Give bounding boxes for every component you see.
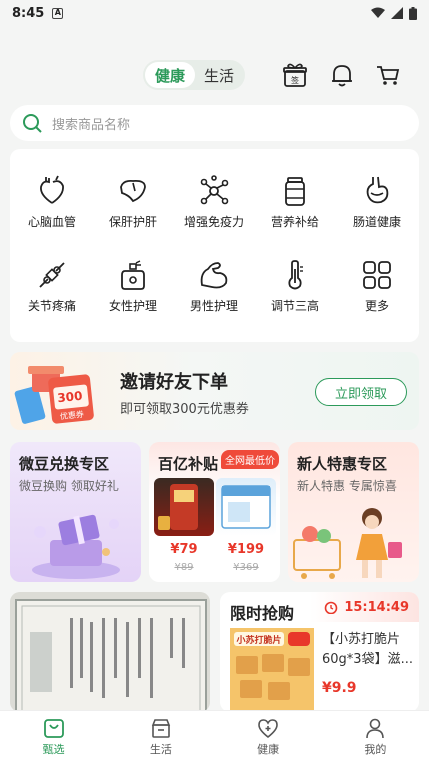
product-price: ¥79 [170,542,198,557]
status-bar: 8:45 A [0,0,429,26]
invite-subtitle: 即可领取300元优惠券 [120,402,249,417]
supplement-bottle-icon [285,177,305,206]
tab-label: 健康 [257,742,280,756]
top-bar: 健康 生活 签 [0,56,429,96]
tab-life[interactable]: 生活 [107,711,214,762]
search-icon [23,114,42,133]
weidou-exchange-card[interactable]: 微豆兑换专区 微豆换购 领取好礼 [10,442,141,582]
original-price: ¥369 [233,562,259,573]
original-price: ¥89 [174,562,194,573]
tab-label: 我的 [364,742,387,756]
thermometer-icon [288,260,303,290]
flash-product-name: 【小苏打脆片60g*3袋】滋... [322,632,413,667]
stomach-icon [366,176,389,204]
status-time: 8:45 [12,5,45,21]
medicine-box-icon [221,485,271,529]
liver-icon [120,179,146,203]
perfume-icon [121,260,145,290]
bottom-tab-bar: 甄选 生活 健康 我的 [0,710,429,762]
heart-plus-icon [258,718,278,738]
countdown-timer: 15:14:49 [310,592,419,622]
invite-banner[interactable]: 300 优惠券 邀请好友下单 即可领取300元优惠券 立即领取 [10,352,419,430]
category-three-highs[interactable]: 调节三高 [254,259,336,314]
store-icon [151,718,171,738]
tab-mine[interactable]: 我的 [322,711,429,762]
battery-icon [409,6,417,20]
gift-icon[interactable]: 签 [282,62,308,88]
newcomer-card[interactable]: 新人特惠专区 新人特惠 专属惊喜 [288,442,419,582]
muscle-icon [200,262,228,289]
category-gut[interactable]: 肠道健康 [336,175,418,230]
coupon-amount: 300 [57,389,83,406]
segment-life[interactable]: 生活 [195,62,243,88]
card-subtitle: 微豆换购 领取好礼 [19,479,119,493]
shopping-bag-icon [43,718,64,738]
category-immunity[interactable]: 增强免疫力 [173,175,255,230]
search-input[interactable]: 搜索商品名称 [52,114,130,133]
certificate-image [10,592,210,712]
category-nutrition[interactable]: 营养补给 [254,175,336,230]
invite-title: 邀请好友下单 [120,372,228,393]
signal-icon [391,7,403,19]
category-cardio[interactable]: 心脑血管 [11,175,93,230]
shopping-girl-illustration [293,508,402,579]
card-title: 新人特惠专区 [297,455,388,473]
category-joint[interactable]: 关节疼痛 [11,259,93,314]
joint-icon [39,262,65,288]
category-switch: 健康 生活 [143,60,245,90]
category-label: 营养补给 [270,215,319,229]
search-bar[interactable]: 搜索商品名称 [10,105,419,141]
card-title: 百亿补贴 [158,455,219,473]
svg-text:签: 签 [291,75,299,85]
subsidy-card[interactable]: 百亿补贴 全网最低价 ¥79 ¥199 ¥89 ¥369 [149,442,280,582]
heart-icon [40,175,64,204]
category-label: 关节疼痛 [27,299,76,313]
pill-bottle-icon [158,484,198,530]
tab-health[interactable]: 健康 [215,711,322,762]
flash-product-price: ¥9.9 [322,680,357,696]
category-label: 调节三高 [270,299,319,313]
flash-sale-card[interactable]: 15:14:49 限时抢购 小苏打脆片 【小苏打脆片60g*3袋】滋... ¥9… [220,592,419,712]
category-label: 心脑血管 [27,215,76,229]
lowest-price-badge: 全网最低价 [221,450,279,469]
category-male[interactable]: 男性护理 [173,259,255,314]
bell-icon[interactable] [329,62,355,88]
category-label: 保肝护肝 [108,215,157,229]
card-subtitle: 新人特惠 专属惊喜 [297,479,397,493]
countdown-text: 15:14:49 [344,599,409,615]
flash-sale-title: 限时抢购 [230,604,295,623]
clock-icon [325,601,338,614]
certificate-card[interactable] [10,592,210,712]
product-image[interactable] [216,478,276,536]
package-label: 小苏打脆片 [235,634,281,646]
cart-icon[interactable] [375,62,401,88]
category-label: 增强免疫力 [183,215,244,229]
segment-health[interactable]: 健康 [145,62,195,88]
category-liver[interactable]: 保肝护肝 [92,175,174,230]
category-grid: 心脑血管 保肝护肝 增强免疫力 营养补给 肠道健康 关节疼痛 女性护理 男性护理… [10,149,419,342]
coupon-illustration: 300 优惠券 [14,366,94,424]
category-label: 女性护理 [108,299,157,313]
molecule-icon [200,175,229,205]
category-label: 肠道健康 [352,215,401,229]
tab-label: 生活 [149,742,172,756]
category-label: 男性护理 [189,299,238,313]
tab-label: 甄选 [42,742,65,756]
flash-product-image[interactable]: 小苏打脆片 [230,628,314,712]
grid-more-icon [363,261,391,289]
claim-button[interactable]: 立即领取 [315,378,407,406]
category-more[interactable]: 更多 [336,259,418,314]
product-price: ¥199 [227,542,265,557]
category-label: 更多 [364,299,389,313]
cracker-package-icon: 小苏打脆片 [230,628,314,712]
tab-featured[interactable]: 甄选 [0,711,107,762]
wifi-icon [371,7,385,18]
notification-icon: A [52,7,64,19]
category-female[interactable]: 女性护理 [92,259,174,314]
product-image[interactable] [154,478,214,536]
user-icon [366,718,385,738]
gift-box-illustration [32,514,120,579]
card-title: 微豆兑换专区 [19,455,110,473]
